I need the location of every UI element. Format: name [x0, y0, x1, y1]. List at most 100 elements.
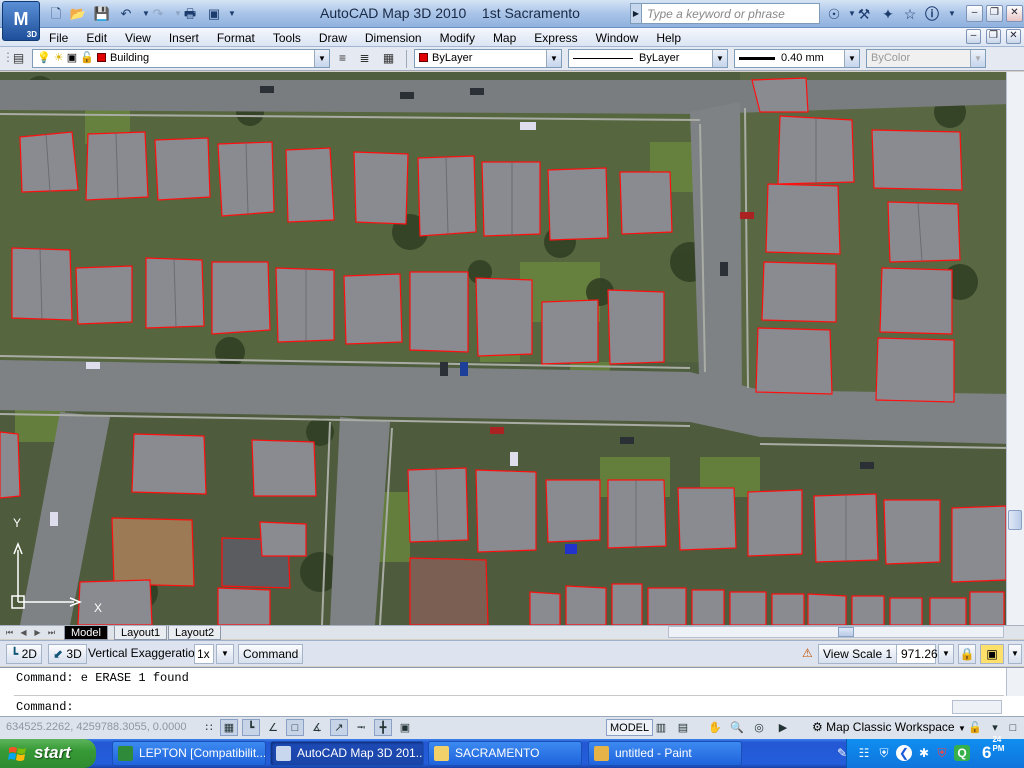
menu-tools[interactable]: Tools [264, 29, 310, 46]
ortho-icon[interactable]: ┗ [242, 719, 260, 736]
help-dropdown-icon[interactable]: ▼ [942, 4, 962, 24]
application-menu-button[interactable]: M 3D [2, 1, 40, 41]
color-combo[interactable]: ByLayer ▼ [414, 49, 562, 68]
vertical-scroll-thumb[interactable] [1008, 510, 1022, 530]
bluetooth-icon[interactable]: ✱ [916, 745, 932, 761]
lwt-icon[interactable]: ╋ [374, 719, 392, 736]
communication-icon[interactable]: ⚒ [854, 4, 874, 24]
layer-properties-icon[interactable]: ▤ [10, 50, 27, 67]
binoculars-icon[interactable]: ☉ [824, 4, 844, 24]
menu-insert[interactable]: Insert [160, 29, 208, 46]
tray-collapse-icon[interactable]: ❮ [896, 745, 912, 761]
menu-format[interactable]: Format [208, 29, 264, 46]
command-button[interactable]: Command [238, 644, 304, 664]
view-scale-value[interactable]: 971.26 [896, 644, 938, 664]
menu-express[interactable]: Express [525, 29, 586, 46]
workspace-switch[interactable]: ⚙ Map Classic Workspace ▼ [812, 719, 966, 737]
save-icon[interactable]: 💾 [92, 4, 112, 24]
btn-3d[interactable]: ⬋ 3D [48, 644, 87, 664]
plot-icon[interactable]: 🖶 [180, 4, 200, 24]
undo-icon[interactable]: ↶ [116, 4, 136, 24]
map-layout-icon[interactable]: ▣ [980, 644, 1004, 664]
q-app-icon[interactable]: Q [954, 745, 970, 761]
lineweight-combo[interactable]: 0.40 mm ▼ [734, 49, 860, 68]
coordinates-display[interactable]: 634525.2262, 4259788.3055, 0.0000 [6, 721, 186, 733]
menu-file[interactable]: File [40, 29, 77, 46]
toolbar-lock-icon[interactable]: 🔓 [966, 719, 984, 736]
command-hscrollbar[interactable] [952, 700, 1002, 714]
new-icon[interactable]: 🗋 [46, 4, 66, 24]
search-expand-icon[interactable]: ▶ [630, 3, 642, 24]
lock-icon[interactable]: 🔒 [958, 644, 976, 664]
steering-wheel-icon[interactable]: ◎ [750, 719, 768, 736]
doc-restore-button[interactable]: ❐ [986, 29, 1001, 44]
task-sacramento[interactable]: SACRAMENTO [428, 741, 582, 766]
last-tab-icon[interactable]: ⏭ [46, 627, 57, 639]
open-icon[interactable]: 📂 [68, 4, 88, 24]
tab-layout1[interactable]: Layout1 [114, 626, 168, 640]
polar-icon[interactable]: ∠ [264, 719, 282, 736]
zoom-icon[interactable]: 🔍 [728, 719, 746, 736]
tab-layout2[interactable]: Layout2 [168, 626, 222, 640]
showmotion-icon[interactable]: ▶ [774, 719, 792, 736]
dyn-icon[interactable]: ⭲ [352, 719, 370, 736]
star-icon[interactable]: ☆ [900, 4, 920, 24]
horizontal-scrollbar[interactable] [668, 626, 1004, 638]
redo-icon[interactable]: ↷ [148, 4, 168, 24]
linetype-combo[interactable]: ByLayer ▼ [568, 49, 728, 68]
task-lepton[interactable]: LEPTON [Compatibilit... [112, 741, 266, 766]
clean-screen-icon[interactable]: □ [1004, 719, 1022, 736]
menu-draw[interactable]: Draw [310, 29, 356, 46]
restore-button[interactable]: ❐ [986, 5, 1003, 22]
model-space-button[interactable]: MODEL [606, 719, 654, 736]
network-icon[interactable]: ☷ [856, 745, 872, 761]
subscription-icon[interactable]: ✦ [878, 4, 898, 24]
qp-icon[interactable]: ▣ [396, 719, 414, 736]
ducs-icon[interactable]: ↗ [330, 719, 348, 736]
first-tab-icon[interactable]: ⏮ [4, 627, 15, 639]
layer-combo[interactable]: 💡 ☀ ▣ 🔓 Building ▼ [32, 49, 330, 68]
drawing-canvas[interactable]: Y X [0, 72, 1024, 625]
vertical-scrollbar[interactable] [1006, 72, 1024, 625]
status-options-icon[interactable]: ▾ [986, 719, 1004, 736]
osnap-icon[interactable]: □ [286, 719, 304, 736]
next-tab-icon[interactable]: ▶ [32, 627, 43, 639]
menu-edit[interactable]: Edit [77, 29, 116, 46]
grid-icon[interactable]: ▦ [220, 719, 238, 736]
snap-icon[interactable]: ∷ [200, 719, 218, 736]
doc-minimize-button[interactable]: – [966, 29, 981, 44]
menu-modify[interactable]: Modify [431, 29, 484, 46]
layer-state-icon[interactable]: ▦ [380, 50, 397, 67]
menu-help[interactable]: Help [647, 29, 690, 46]
vertical-exaggeration-value[interactable]: 1x [194, 644, 214, 664]
scale-dropdown-icon[interactable]: ▼ [938, 644, 954, 664]
quick-view-drawings-icon[interactable]: ▤ [674, 719, 692, 736]
menu-view[interactable]: View [116, 29, 160, 46]
otrack-icon[interactable]: ∡ [308, 719, 326, 736]
layer-previous-icon[interactable]: ≣ [356, 50, 373, 67]
help-icon[interactable]: ⓘ [922, 4, 942, 24]
qat-dropdown-icon[interactable]: ▼ [222, 4, 242, 24]
status-menu-icon[interactable]: ▼ [1008, 644, 1022, 664]
shield-icon[interactable]: ⛨ [934, 745, 950, 761]
doc-close-button[interactable]: ✕ [1006, 29, 1021, 44]
menu-map[interactable]: Map [484, 29, 525, 46]
quick-view-layouts-icon[interactable]: ▥ [652, 719, 670, 736]
horizontal-scroll-thumb[interactable] [838, 627, 854, 637]
tab-model[interactable]: Model [64, 626, 108, 640]
pan-icon[interactable]: ✋ [706, 719, 724, 736]
btn-2d[interactable]: ┗ 2D [6, 644, 42, 664]
exaggeration-dropdown-icon[interactable]: ▼ [216, 644, 234, 664]
task-autocad[interactable]: AutoCAD Map 3D 201... [270, 741, 424, 766]
task-paint[interactable]: untitled - Paint [588, 741, 742, 766]
make-current-layer-icon[interactable]: ≡ [334, 50, 351, 67]
warning-icon[interactable]: ⚠ [798, 644, 818, 664]
pen-icon[interactable]: ✎ [834, 745, 850, 761]
search-input[interactable]: Type a keyword or phrase [630, 3, 820, 24]
close-button[interactable]: ✕ [1006, 5, 1023, 22]
menu-window[interactable]: Window [587, 29, 648, 46]
command-scrollbar[interactable] [1006, 668, 1024, 696]
menu-dimension[interactable]: Dimension [356, 29, 431, 46]
minimize-button[interactable]: – [966, 5, 983, 22]
command-prompt[interactable]: Command: [16, 700, 74, 714]
